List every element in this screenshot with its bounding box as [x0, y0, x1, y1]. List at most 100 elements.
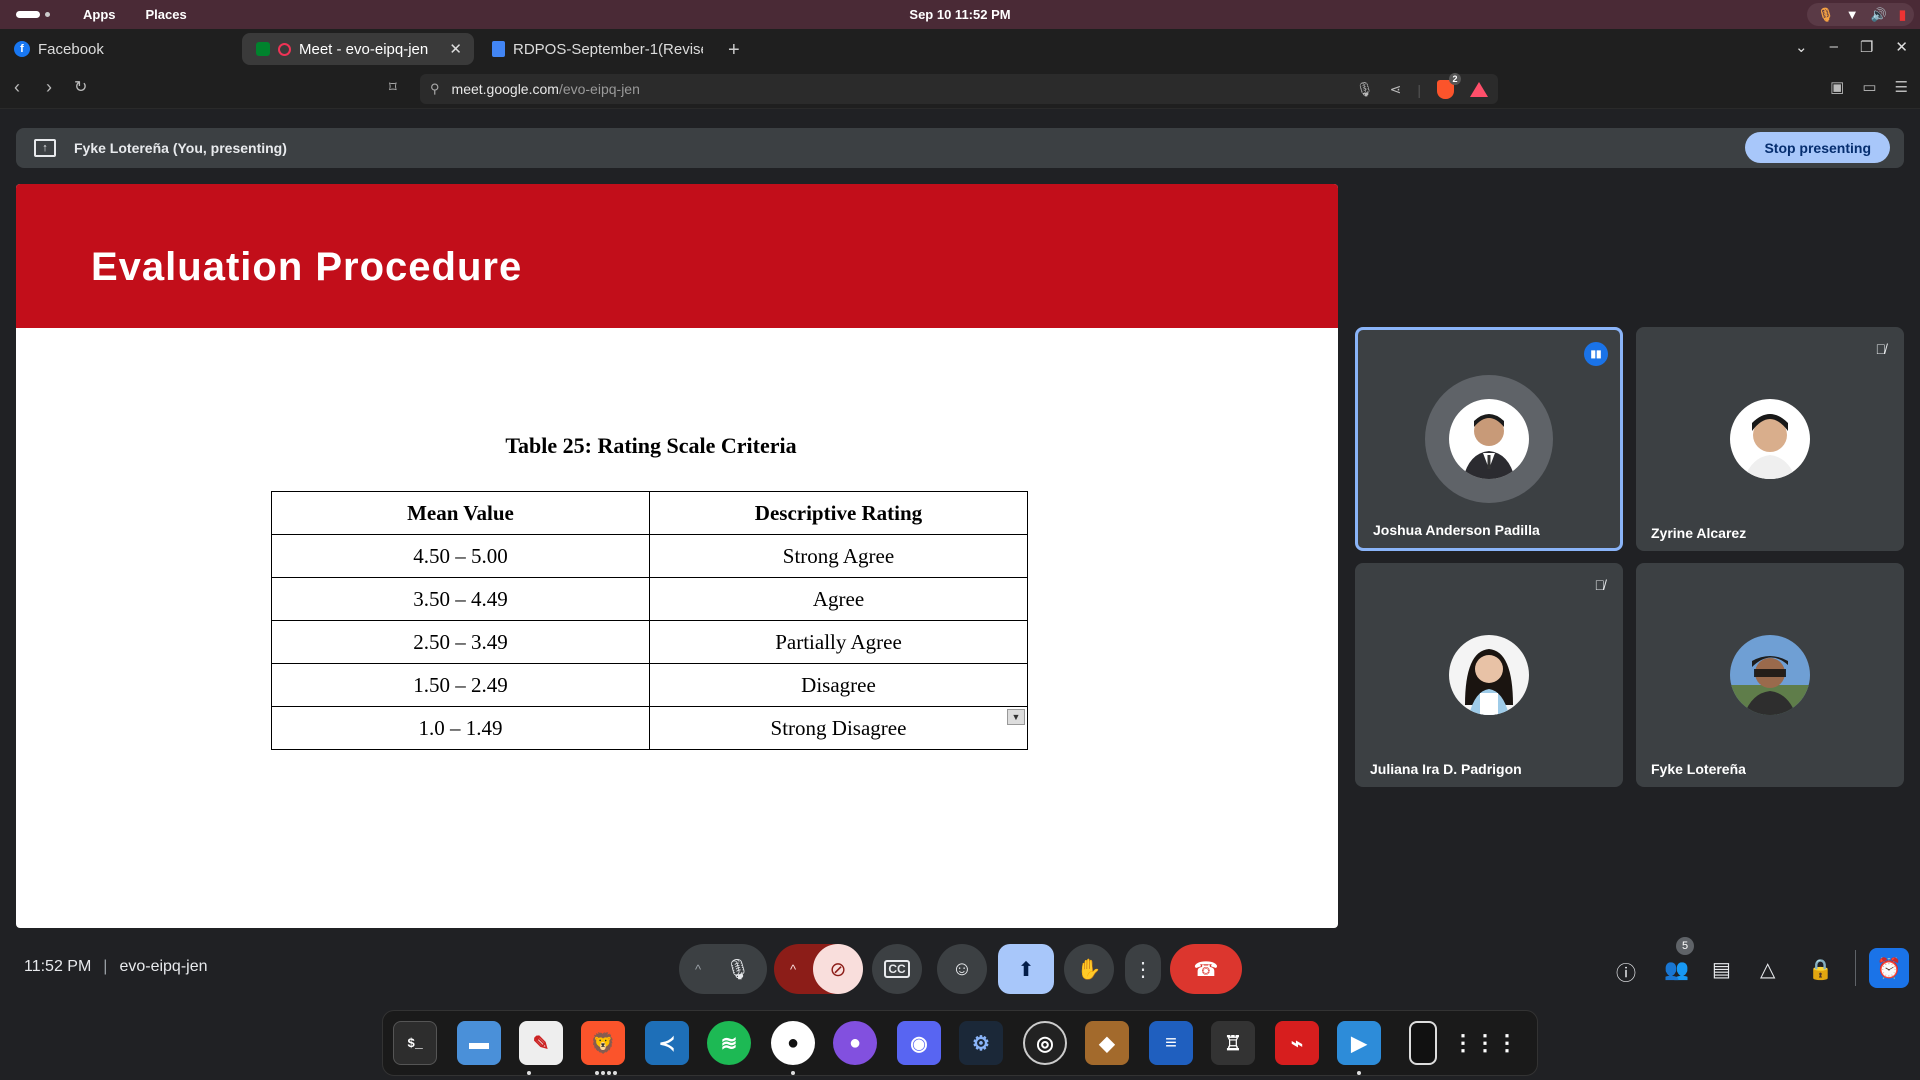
site-info-icon[interactable]: ⚲	[430, 81, 440, 97]
battery-icon: ▮	[1898, 6, 1906, 22]
media-player-icon[interactable]: ▶	[1337, 1021, 1381, 1065]
chat-icon[interactable]: ▤	[1712, 957, 1731, 982]
microphone-icon[interactable]: 🎙	[725, 957, 750, 982]
more-options-button[interactable]: ⋮	[1125, 944, 1161, 994]
table-row: 2.50 – 3.49 Partially Agree	[271, 620, 1028, 664]
running-indicator	[791, 1071, 795, 1075]
wallet-icon[interactable]: ▭	[1862, 78, 1876, 96]
shared-screen: Evaluation Procedure Table 25: Rating Sc…	[16, 184, 1338, 928]
rating-cell: Disagree	[649, 663, 1028, 707]
url-host: meet.google.com	[451, 81, 559, 97]
address-bar[interactable]: ⚲ meet.google.com/evo-eipq-jen 🎙 ⋖ | 2	[420, 73, 1498, 104]
app-grid-icon[interactable]: ⋮⋮⋮	[1452, 1021, 1518, 1065]
running-indicator	[527, 1071, 531, 1075]
back-icon[interactable]: ‹	[14, 77, 20, 98]
obs-icon[interactable]: ◎	[1023, 1021, 1067, 1065]
github-desktop-icon[interactable]: ●	[833, 1021, 877, 1065]
steam-icon[interactable]: ⚙	[959, 1021, 1003, 1065]
table-caption: Table 25: Rating Scale Criteria	[505, 433, 797, 458]
facebook-icon: f	[14, 41, 30, 57]
avatar	[1449, 635, 1529, 715]
brave-browser-icon[interactable]: 🦁	[581, 1021, 625, 1065]
participant-tile[interactable]: 🎙̸ Zyrine Alcarez	[1636, 327, 1904, 551]
stop-presenting-button[interactable]: Stop presenting	[1745, 132, 1890, 163]
slide-title: Evaluation Procedure	[91, 245, 523, 289]
speaking-indicator-icon: ▮▮	[1584, 342, 1608, 366]
tab-label: Facebook	[38, 40, 104, 58]
presenter-label: Fyke Lotereña (You, presenting)	[74, 140, 287, 156]
cell-dropdown-icon: ▼	[1007, 709, 1025, 725]
activities-icon[interactable]: △	[1760, 957, 1775, 982]
volume-icon: 🔊	[1870, 6, 1887, 22]
tab-rdpos-doc[interactable]: RDPOS-September-1(Revise	[478, 33, 718, 65]
system-tray[interactable]: 🎙 ▼ 🔊 ▮	[1807, 3, 1914, 26]
tab-search-icon[interactable]: ⌄	[1795, 38, 1808, 56]
brave-rewards-icon[interactable]	[1470, 82, 1488, 97]
table-row: 1.0 – 1.49 Strong Disagree	[271, 706, 1028, 750]
hang-up-icon: ☎	[1193, 958, 1219, 981]
brave-shields-icon[interactable]: 2	[1437, 73, 1461, 99]
raise-hand-button[interactable]: ✋	[1064, 944, 1114, 994]
close-window-icon[interactable]: ✕	[1895, 38, 1908, 56]
tab-facebook[interactable]: f Facebook	[0, 33, 240, 65]
inkscape-icon[interactable]: ♖	[1211, 1021, 1255, 1065]
avatar	[1449, 399, 1529, 479]
mean-value-cell: 4.50 – 5.00	[271, 534, 650, 578]
menu-icon[interactable]: ☰	[1895, 78, 1908, 96]
close-tab-icon[interactable]: ✕	[449, 40, 462, 58]
captions-icon: CC	[884, 960, 910, 978]
companion-icon[interactable]: ⏰	[1869, 948, 1909, 988]
restore-icon[interactable]: ❐	[1860, 38, 1873, 56]
divider	[1855, 950, 1856, 986]
people-icon[interactable]: 👥	[1664, 957, 1689, 982]
forward-icon[interactable]: ›	[46, 77, 52, 98]
mean-value-cell: 2.50 – 3.49	[271, 620, 650, 664]
wifi-icon: ▼	[1845, 7, 1859, 22]
pdf-reader-icon[interactable]: ⌁	[1275, 1021, 1319, 1065]
files-icon[interactable]: ▬	[457, 1021, 501, 1065]
window-controls: ⌄ – ❐ ✕	[1795, 38, 1908, 56]
audio-control-group: ^ 🎙	[679, 944, 767, 994]
system-clock[interactable]: Sep 10 11:52 PM	[0, 7, 1920, 22]
table-row: 1.50 – 2.49 Disagree	[271, 663, 1028, 707]
avatar	[1730, 635, 1810, 715]
reload-icon[interactable]: ↻	[74, 77, 87, 97]
kdenlive-icon[interactable]: ≡	[1149, 1021, 1193, 1065]
meeting-details-icon[interactable]: ⓘ	[1616, 957, 1636, 986]
microphone-permission-icon[interactable]: 🎙	[1356, 81, 1374, 98]
discord-icon[interactable]: ◉	[897, 1021, 941, 1065]
tab-label: Meet - evo-eipq-jen	[299, 40, 429, 58]
video-options-chevron-icon[interactable]: ^	[790, 962, 796, 977]
spotify-icon[interactable]: ≋	[707, 1021, 751, 1065]
audio-options-chevron-icon[interactable]: ^	[695, 962, 701, 977]
minimize-icon[interactable]: –	[1830, 38, 1838, 56]
text-editor-icon[interactable]: ✎	[519, 1021, 563, 1065]
present-screen-icon: ↑	[34, 139, 56, 157]
participant-tile[interactable]: Fyke Lotereña	[1636, 563, 1904, 787]
people-count-badge: 5	[1676, 937, 1694, 955]
stardew-icon[interactable]: ◆	[1085, 1021, 1129, 1065]
terminal-icon[interactable]: $_	[393, 1021, 437, 1065]
participant-name: Joshua Anderson Padilla	[1373, 522, 1540, 538]
system-top-bar: Apps Places Sep 10 11:52 PM 🎙 ▼ 🔊 ▮	[0, 0, 1920, 29]
vscode-icon[interactable]: ≺	[645, 1021, 689, 1065]
phone-mirror-icon[interactable]	[1409, 1021, 1437, 1065]
present-now-button[interactable]: ⬆	[998, 944, 1054, 994]
share-icon[interactable]: ⋖	[1390, 81, 1402, 98]
microphone-off-icon: 🎙̸	[1594, 577, 1606, 593]
reactions-button[interactable]: ☺	[937, 944, 987, 994]
github-icon[interactable]: ●	[771, 1021, 815, 1065]
participant-tile[interactable]: 🎙̸ Juliana Ira D. Padrigon	[1355, 563, 1623, 787]
captions-button[interactable]: CC	[872, 944, 922, 994]
host-controls-icon[interactable]: 🔒	[1808, 957, 1833, 982]
bookmark-icon[interactable]: ⌑	[389, 78, 397, 96]
rating-cell: Strong Agree	[649, 534, 1028, 578]
tab-meet[interactable]: Meet - evo-eipq-jen ✕	[242, 33, 474, 65]
participant-name: Fyke Lotereña	[1651, 761, 1746, 777]
new-tab-button[interactable]: +	[728, 39, 740, 62]
participant-tile[interactable]: ▮▮ Joshua Anderson Padilla	[1355, 327, 1623, 551]
sidebar-icon[interactable]: ▣	[1830, 78, 1844, 96]
camera-off-button[interactable]: ⊘	[813, 944, 863, 994]
leave-call-button[interactable]: ☎	[1170, 944, 1242, 994]
table-row: 3.50 – 4.49 Agree	[271, 577, 1028, 621]
